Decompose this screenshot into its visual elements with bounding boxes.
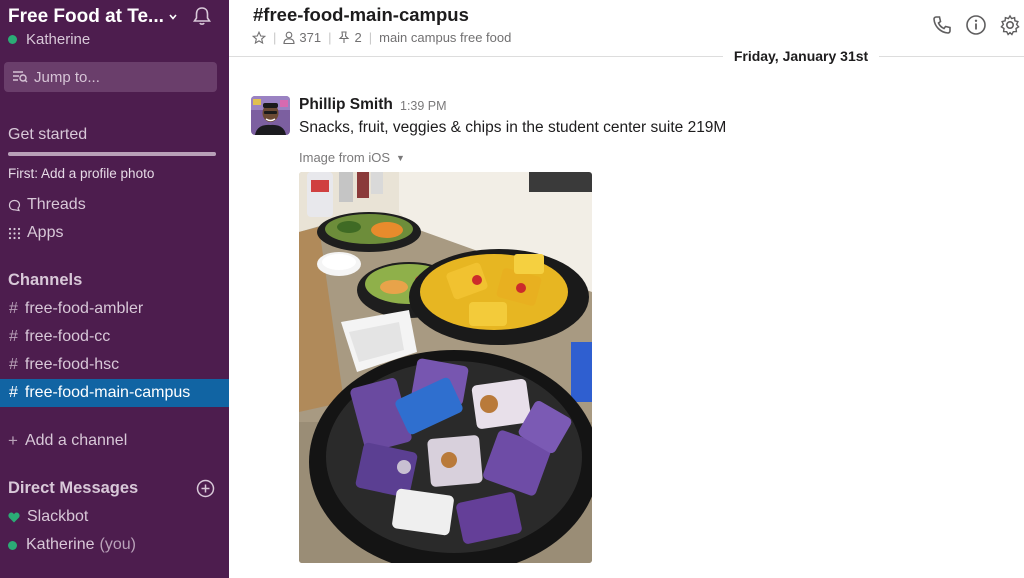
food-photo-image — [299, 172, 592, 563]
channel-view: #free-food-main-campus | 371 | 2 | main … — [229, 0, 1024, 578]
sidebar-item-threads[interactable]: Threads — [8, 194, 86, 216]
sidebar-item-channel[interactable]: # free-food-cc — [0, 323, 229, 351]
file-title-label: Image from iOS — [299, 150, 391, 165]
channel-title[interactable]: #free-food-main-campus — [253, 4, 469, 26]
workspace-name[interactable]: Free Food at Te... — [8, 6, 164, 28]
presence-dot — [8, 540, 17, 550]
threads-icon — [8, 199, 21, 211]
chevron-down-icon — [169, 14, 177, 20]
presence-dot — [8, 35, 17, 44]
bell-icon[interactable] — [191, 5, 213, 27]
dm-name: Katherine — [26, 536, 95, 553]
sidebar-item-channel-active[interactable]: # free-food-main-campus — [0, 379, 229, 407]
sidebar-item-apps[interactable]: Apps — [8, 222, 63, 244]
current-user-status[interactable]: Katherine — [8, 31, 90, 48]
hash-icon: # — [9, 300, 18, 317]
threads-label: Threads — [27, 196, 86, 213]
star-icon[interactable] — [252, 30, 266, 45]
phone-icon[interactable] — [931, 14, 953, 36]
channel-name: free-food-ambler — [24, 300, 144, 317]
gear-icon[interactable] — [999, 14, 1021, 36]
message-author[interactable]: Phillip Smith — [299, 96, 393, 114]
heart-icon — [8, 512, 20, 522]
meta-separator: | — [273, 30, 277, 45]
hash-icon: # — [9, 328, 18, 345]
dm-you-suffix: (you) — [99, 536, 136, 553]
member-count[interactable]: 371 — [299, 30, 321, 45]
day-divider-line — [229, 56, 723, 57]
onboarding-step[interactable]: First: Add a profile photo — [8, 166, 154, 181]
food-photo[interactable] — [299, 172, 592, 563]
caret-down-icon: ▼ — [396, 152, 405, 163]
pinned-count[interactable]: 2 — [354, 30, 361, 45]
get-started-label[interactable]: Get started — [8, 126, 87, 144]
meta-separator: | — [368, 30, 373, 45]
channel-topic[interactable]: main campus free food — [379, 30, 511, 45]
day-divider-label[interactable]: Friday, January 31st — [723, 48, 879, 64]
direct-messages-section-title[interactable]: Direct Messages — [8, 479, 138, 498]
get-started-progress-fill — [8, 152, 216, 156]
apps-grid-icon — [8, 227, 21, 239]
jump-to-label: Jump to... — [34, 68, 100, 86]
jump-to-button[interactable]: Jump to... — [4, 62, 217, 92]
pin-icon — [339, 31, 350, 43]
sidebar-item-dm-self[interactable]: Katherine (you) — [8, 534, 136, 556]
message-timestamp[interactable]: 1:39 PM — [400, 99, 447, 113]
channel-meta: | 371 | 2 | main campus free food — [252, 30, 511, 45]
avatar-image — [251, 96, 290, 135]
add-channel-button[interactable]: + Add a channel — [8, 430, 127, 452]
channels-section-title[interactable]: Channels — [8, 271, 82, 290]
sidebar-item-dm-slackbot[interactable]: Slackbot — [8, 506, 88, 528]
dm-name: Slackbot — [27, 508, 89, 525]
add-channel-label: Add a channel — [24, 432, 128, 449]
channel-name: free-food-hsc — [24, 356, 120, 373]
channel-name: free-food-cc — [24, 328, 111, 345]
sidebar-item-channel[interactable]: # free-food-hsc — [0, 351, 229, 379]
current-user-name: Katherine — [26, 31, 91, 48]
channel-name: free-food-main-campus — [24, 384, 191, 401]
sidebar-item-channel[interactable]: # free-food-ambler — [0, 295, 229, 323]
hash-icon: # — [9, 384, 18, 401]
workspace-header[interactable]: Free Food at Te... Katherine — [8, 4, 220, 54]
get-started-progress — [8, 152, 216, 156]
message-text: Snacks, fruit, veggies & chips in the st… — [299, 119, 727, 136]
jump-to-icon — [13, 71, 28, 83]
meta-separator: | — [328, 30, 332, 45]
day-divider-line — [879, 56, 1024, 57]
file-title[interactable]: Image from iOS ▼ — [299, 150, 405, 165]
apps-label: Apps — [27, 224, 64, 241]
info-icon[interactable] — [965, 14, 987, 36]
hash-icon: # — [9, 356, 18, 373]
add-circle-icon[interactable] — [196, 479, 215, 498]
plus-icon: + — [8, 431, 18, 450]
avatar[interactable] — [251, 96, 290, 135]
sidebar: Free Food at Te... Katherine Jump to... … — [0, 0, 229, 578]
person-icon — [283, 31, 295, 44]
